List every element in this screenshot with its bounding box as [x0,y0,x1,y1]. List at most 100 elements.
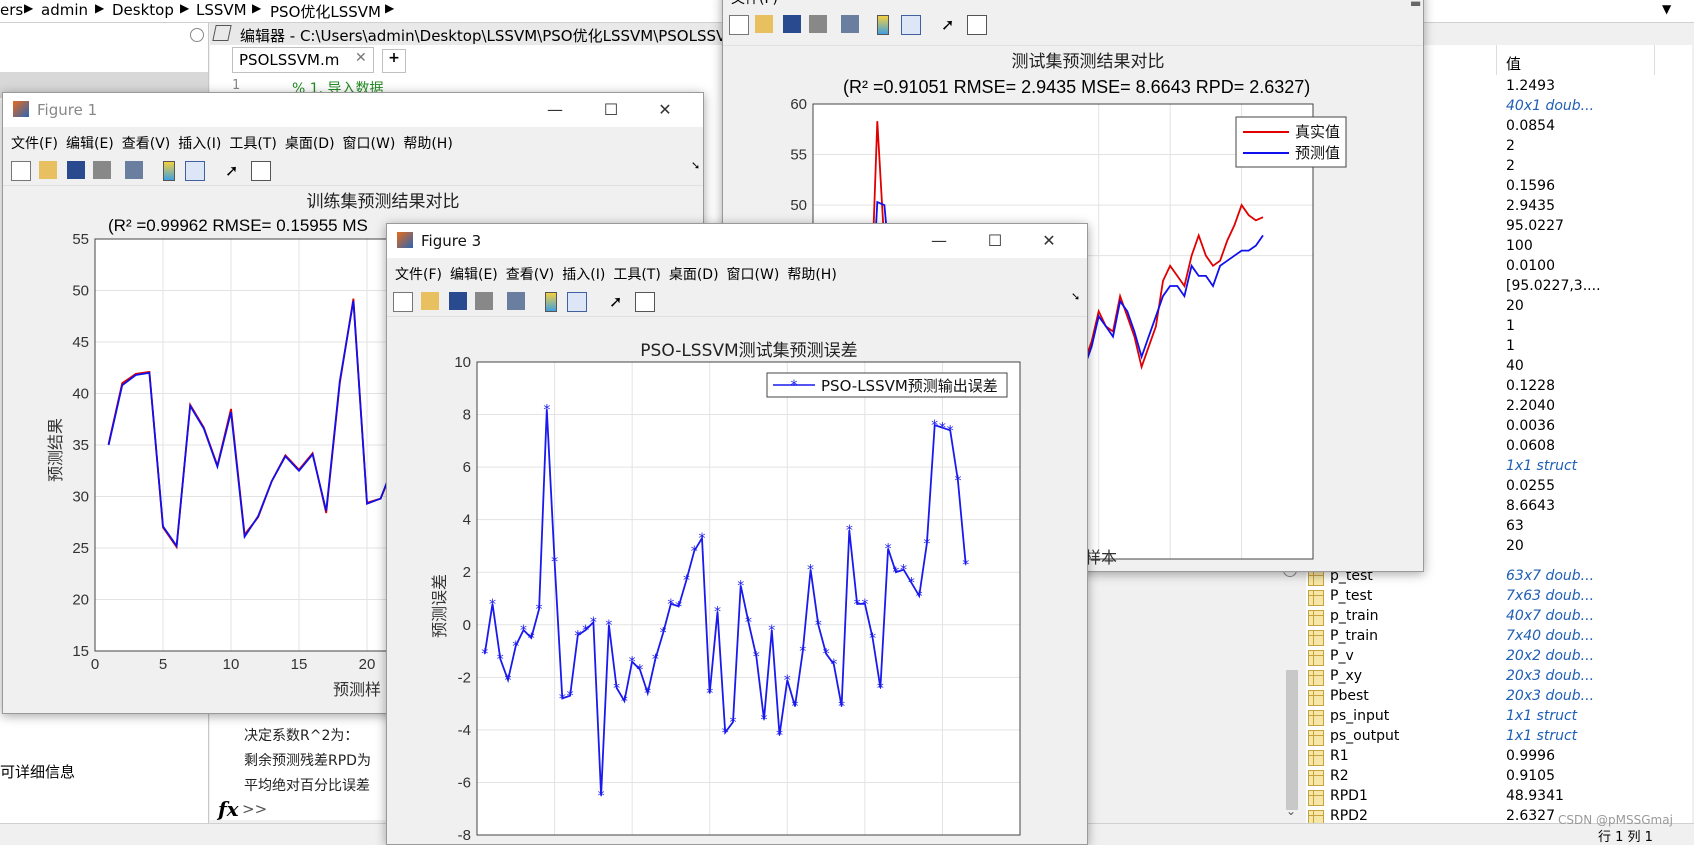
workspace-scrollbar[interactable]: ⌄ [1282,560,1302,825]
figure-3-window[interactable]: Figure 3 — ☐ ✕ 文件(F) 编辑(E) 查看(V) 插入(I) 工具(T)… [386,223,1088,845]
scrollbar-thumb[interactable] [1286,670,1298,810]
pointer-icon[interactable]: ➚ [225,161,243,180]
new-tab-button[interactable]: + [382,49,406,73]
minimize-button[interactable]: — [543,99,567,121]
menu-item[interactable]: 工具(T) [613,264,660,284]
workspace-value[interactable]: 0.0036 [1506,418,1555,434]
menu-item[interactable]: 插入(I) [178,133,221,153]
workspace-value[interactable]: 0.1596 [1506,178,1555,194]
workspace-row[interactable]: ps_input 1x1 struct [1306,707,1686,727]
workspace-value[interactable]: 0.0854 [1506,118,1555,134]
workspace-row[interactable]: p_train 40x7 doub... [1306,607,1686,627]
open-icon[interactable] [421,292,439,310]
maximize-button[interactable]: ☐ [983,230,1007,252]
workspace-value[interactable]: 1 [1506,318,1515,334]
menu-item[interactable]: 文件(F) [731,0,778,8]
menu-item[interactable]: 文件(F) [395,264,442,284]
menu-item[interactable]: 查看(V) [506,264,555,284]
chevron-down-icon[interactable]: ⌄ [1286,804,1296,818]
menu-item[interactable]: 窗口(W) [727,264,780,284]
figure-2-close-partial[interactable]: ▬ [1410,0,1421,10]
workspace-value[interactable]: 40 [1506,358,1524,374]
menu-item[interactable]: 桌面(D) [285,133,335,153]
figure-1-titlebar[interactable]: Figure 1 — ☐ ✕ [3,93,703,127]
menu-item[interactable]: 查看(V) [122,133,171,153]
workspace-value[interactable]: 0.1228 [1506,378,1555,394]
breadcrumb-item[interactable]: LSSVM [196,1,247,19]
workspace-row[interactable]: Pbest 20x3 doub... [1306,687,1686,707]
workspace-value[interactable]: 63 [1506,518,1524,534]
workspace-value[interactable]: 2 [1506,158,1515,174]
legend-icon[interactable] [567,292,587,312]
workspace-row[interactable]: ps_output 1x1 struct [1306,727,1686,747]
workspace-row[interactable]: P_train 7x40 doub... [1306,627,1686,647]
new-figure-icon[interactable] [11,161,31,181]
value-column-header[interactable]: 值 [1506,53,1521,74]
workspace-row[interactable]: P_xy 20x3 doub... [1306,667,1686,687]
workspace-value[interactable]: 40x1 doub... [1506,98,1594,114]
save-icon[interactable] [783,15,801,33]
menu-item[interactable]: 插入(I) [562,264,605,284]
workspace-value[interactable]: 95.0227 [1506,218,1564,234]
link-plot-icon[interactable] [507,292,525,310]
maximize-button[interactable]: ☐ [599,99,623,121]
workspace-value[interactable]: [95.0227,3.... [1506,278,1601,294]
link-plot-icon[interactable] [125,161,143,179]
workspace-value[interactable]: 2 [1506,138,1515,154]
close-button[interactable]: ✕ [1037,230,1061,252]
menu-item[interactable]: 桌面(D) [669,264,719,284]
colorbar-icon[interactable] [163,161,175,181]
workspace-value[interactable]: 100 [1506,238,1533,254]
menu-item[interactable]: 帮助(H) [787,264,836,284]
pointer-icon[interactable]: ➚ [609,292,627,311]
menu-item[interactable]: 编辑(E) [450,264,498,284]
legend-icon[interactable] [185,161,205,181]
workspace-value[interactable]: 8.6643 [1506,498,1555,514]
breadcrumb-item[interactable]: ers [0,1,23,19]
property-inspector-icon[interactable] [635,292,655,312]
workspace-value[interactable]: 0.0100 [1506,258,1555,274]
print-icon[interactable] [809,15,827,33]
workspace-row[interactable]: R2 0.9105 [1306,767,1686,787]
open-icon[interactable] [755,15,773,33]
breadcrumb-item[interactable]: admin [41,1,88,19]
breadcrumb-item[interactable]: Desktop [112,1,174,19]
details-label[interactable]: 可详细信息 [0,761,75,782]
link-plot-icon[interactable] [841,15,859,33]
save-icon[interactable] [67,161,85,179]
workspace-value[interactable]: 1x1 struct [1506,458,1577,474]
close-button[interactable]: ✕ [653,99,677,121]
workspace-value[interactable]: 1.2493 [1506,78,1555,94]
new-figure-icon[interactable] [393,292,413,312]
figure-3-titlebar[interactable]: Figure 3 — ☐ ✕ [387,224,1087,258]
workspace-value[interactable]: 0.0255 [1506,478,1555,494]
property-inspector-icon[interactable] [251,161,271,181]
menu-item[interactable]: 编辑(E) [66,133,114,153]
workspace-value[interactable]: 2.2040 [1506,398,1555,414]
pointer-icon[interactable]: ➚ [941,15,959,34]
menu-item[interactable]: 帮助(H) [403,133,452,153]
workspace-value[interactable]: 1 [1506,338,1515,354]
workspace-row[interactable]: R1 0.9996 [1306,747,1686,767]
print-icon[interactable] [475,292,493,310]
workspace-value[interactable]: 0.0608 [1506,438,1555,454]
print-icon[interactable] [93,161,111,179]
chevron-down-icon[interactable]: ▼ [1662,2,1671,16]
editor-tab[interactable]: PSOLSSVM.m ✕ [232,47,374,73]
workspace-row[interactable]: RPD1 48.9341 [1306,787,1686,807]
workspace-row[interactable]: P_v 20x2 doub... [1306,647,1686,667]
panel-collapse-icon[interactable] [190,28,204,42]
open-icon[interactable] [39,161,57,179]
legend-icon[interactable] [901,15,921,35]
property-inspector-icon[interactable] [967,15,987,35]
menu-item[interactable]: 工具(T) [229,133,276,153]
workspace-value[interactable]: 20 [1506,298,1524,314]
save-icon[interactable] [449,292,467,310]
workspace-value[interactable]: 20 [1506,538,1524,554]
minimize-button[interactable]: — [927,230,951,252]
menu-item[interactable]: 文件(F) [11,133,58,153]
colorbar-icon[interactable] [877,15,889,35]
breadcrumb-item[interactable]: PSO优化LSSVM [270,1,381,22]
workspace-row[interactable]: P_test 7x63 doub... [1306,587,1686,607]
new-figure-icon[interactable] [729,15,749,35]
